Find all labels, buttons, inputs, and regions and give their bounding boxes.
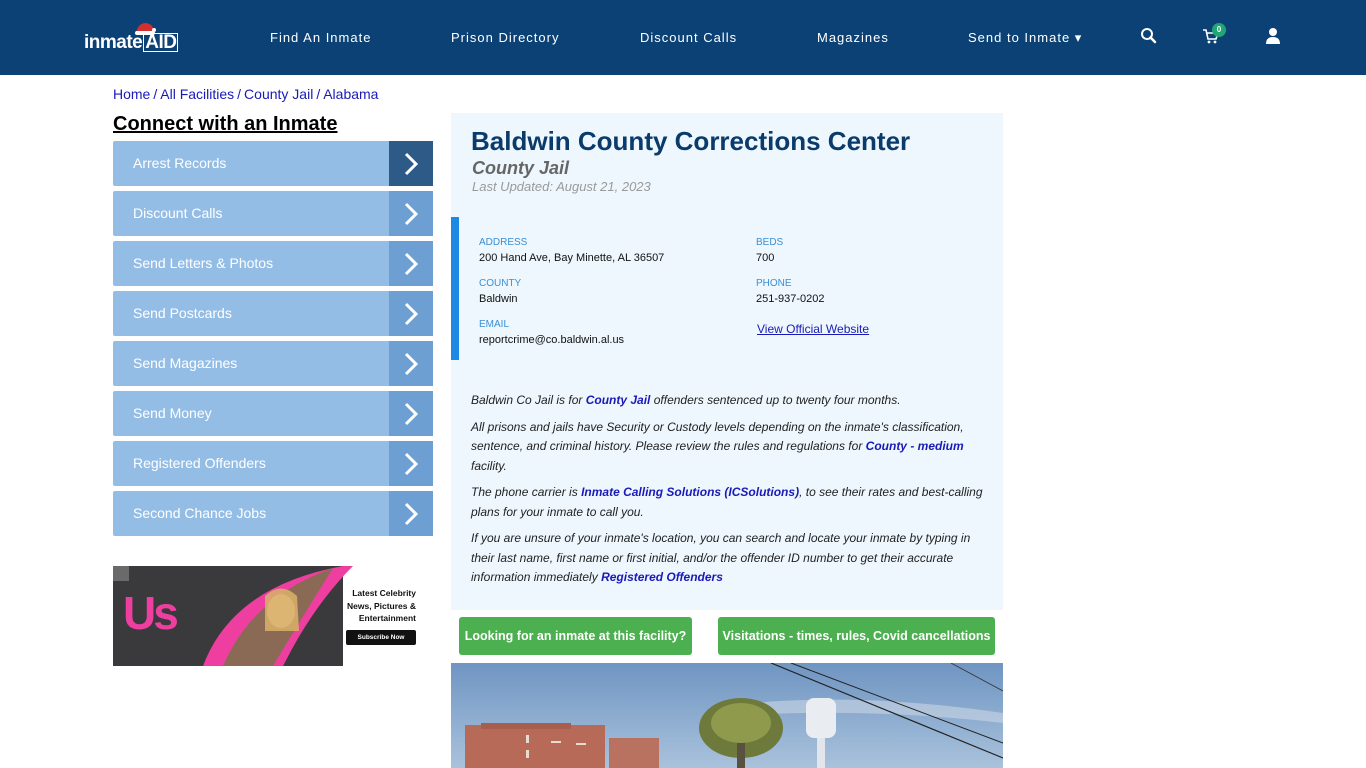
nav-magazines[interactable]: Magazines: [817, 30, 889, 45]
registered-offenders-link[interactable]: Registered Offenders: [601, 570, 723, 584]
sidebar-item-send-letters-photos[interactable]: Send Letters & Photos: [113, 241, 433, 286]
county-value: Baldwin: [479, 293, 518, 305]
facility-description: Baldwin Co Jail is for County Jail offen…: [471, 391, 986, 595]
chevron-right-icon: [404, 452, 419, 476]
county-jail-link[interactable]: County Jail: [586, 393, 651, 407]
chevron-right-icon: [404, 302, 419, 326]
info-accent-bar: [451, 217, 459, 360]
ad-photo-swoosh: [203, 566, 353, 666]
breadcrumb-alabama[interactable]: Alabama: [323, 86, 378, 102]
logo-text-main: inmate: [84, 32, 143, 53]
description-paragraph: The phone carrier is Inmate Calling Solu…: [471, 483, 986, 522]
chevron-right-icon: [404, 202, 419, 226]
description-text: offenders sentenced up to twenty four mo…: [650, 393, 901, 407]
sidebar-title[interactable]: Connect with an Inmate: [113, 113, 337, 136]
sidebar-item-label: Send Money: [133, 405, 212, 421]
description-text: facility.: [471, 458, 507, 473]
address-label: ADDRESS: [479, 237, 528, 248]
sidebar-item-send-money[interactable]: Send Money: [113, 391, 433, 436]
us-weekly-ad-banner[interactable]: Us Latest Celebrity News, Pictures & Ent…: [113, 566, 433, 666]
sidebar-item-label: Registered Offenders: [133, 455, 266, 471]
sidebar-item-label: Send Magazines: [133, 355, 238, 371]
nav-prison-directory[interactable]: Prison Directory: [451, 30, 559, 45]
logo-text-accent: AID: [143, 32, 179, 53]
nav-send-to-inmate-dropdown[interactable]: Send to Inmate ▾: [968, 30, 1082, 46]
ad-corner-square: [113, 566, 129, 581]
facility-info-panel: Baldwin County Corrections Center County…: [451, 113, 1003, 610]
beds-label: BEDS: [756, 237, 784, 248]
email-label: EMAIL: [479, 319, 510, 330]
sidebar-item-label: Second Chance Jobs: [133, 505, 267, 521]
nav-find-an-inmate[interactable]: Find An Inmate: [270, 30, 371, 45]
description-paragraph: All prisons and jails have Security or C…: [471, 418, 986, 477]
phone-field: PHONE 251-937-0202: [756, 278, 825, 305]
sidebar-item-label: Discount Calls: [133, 205, 223, 221]
sidebar-item-label: Arrest Records: [133, 155, 227, 171]
visitations-button[interactable]: Visitations - times, rules, Covid cancel…: [718, 617, 995, 655]
beds-field: BEDS 700: [756, 237, 783, 264]
phone-label: PHONE: [756, 278, 792, 289]
breadcrumb-county-jail[interactable]: County Jail: [244, 86, 313, 102]
chevron-right-icon: [404, 402, 419, 426]
cart-count-badge: 0: [1212, 23, 1226, 37]
chevron-right-icon: [404, 352, 419, 376]
sidebar-item-arrest-records[interactable]: Arrest Records: [113, 141, 433, 186]
ad-tagline: Latest Celebrity News, Pictures & Entert…: [347, 588, 416, 623]
chevron-right-icon: [404, 152, 419, 176]
chevron-right-icon: [404, 502, 419, 526]
chevron-right-icon: [404, 252, 419, 276]
sidebar-item-discount-calls[interactable]: Discount Calls: [113, 191, 433, 236]
breadcrumb-separator: /: [316, 86, 321, 102]
sidebar-item-send-magazines[interactable]: Send Magazines: [113, 341, 433, 386]
county-label: COUNTY: [479, 278, 522, 289]
ad-brand-logo: Us: [123, 587, 179, 639]
breadcrumb-all-facilities[interactable]: All Facilities: [160, 86, 234, 102]
beds-value: 700: [756, 252, 775, 264]
email-value: reportcrime@co.baldwin.al.us: [479, 334, 625, 346]
phone-carrier-link[interactable]: Inmate Calling Solutions (ICSolutions): [581, 485, 799, 499]
description-text: Baldwin Co Jail is for: [471, 393, 586, 407]
breadcrumb-separator: /: [237, 86, 242, 102]
sidebar-item-registered-offenders[interactable]: Registered Offenders: [113, 441, 433, 486]
description-text: The phone carrier is: [471, 485, 582, 499]
breadcrumb: Home / All Facilities / County Jail / Alabama: [113, 86, 378, 102]
breadcrumb-separator: /: [153, 86, 158, 102]
description-paragraph: If you are unsure of your inmate's locat…: [471, 529, 986, 588]
county-field: COUNTY Baldwin: [479, 278, 521, 305]
official-website-link[interactable]: View Official Website: [757, 322, 869, 336]
email-field: EMAIL reportcrime@co.baldwin.al.us: [479, 319, 624, 346]
address-field: ADDRESS 200 Hand Ave, Bay Minette, AL 36…: [479, 237, 664, 264]
facility-name: Baldwin County Corrections Center: [471, 126, 911, 156]
find-inmate-at-facility-button[interactable]: Looking for an inmate at this facility?: [459, 617, 692, 655]
facility-type: County Jail: [472, 158, 570, 178]
sidebar-item-send-postcards[interactable]: Send Postcards: [113, 291, 433, 336]
breadcrumb-home[interactable]: Home: [113, 86, 150, 102]
facility-photo: [451, 663, 1003, 768]
address-value: 200 Hand Ave, Bay Minette, AL 36507: [479, 252, 665, 264]
phone-value: 251-937-0202: [756, 293, 825, 305]
nav-discount-calls[interactable]: Discount Calls: [640, 30, 737, 45]
ad-subscribe-button[interactable]: Subscribe Now: [346, 630, 416, 645]
last-updated: Last Updated: August 21, 2023: [472, 179, 651, 194]
user-icon[interactable]: [1264, 27, 1282, 45]
description-paragraph: Baldwin Co Jail is for County Jail offen…: [471, 391, 986, 411]
sidebar-item-label: Send Postcards: [133, 305, 232, 321]
site-logo[interactable]: inmate AID: [84, 22, 184, 58]
logo-text: inmate AID: [84, 32, 179, 54]
top-navbar: inmate AID Find An Inmate Prison Director…: [0, 0, 1366, 75]
sidebar-item-label: Send Letters & Photos: [133, 255, 274, 271]
sidebar-item-second-chance-jobs[interactable]: Second Chance Jobs: [113, 491, 433, 536]
security-level-link[interactable]: County - medium: [866, 439, 964, 453]
search-icon[interactable]: [1140, 27, 1158, 45]
